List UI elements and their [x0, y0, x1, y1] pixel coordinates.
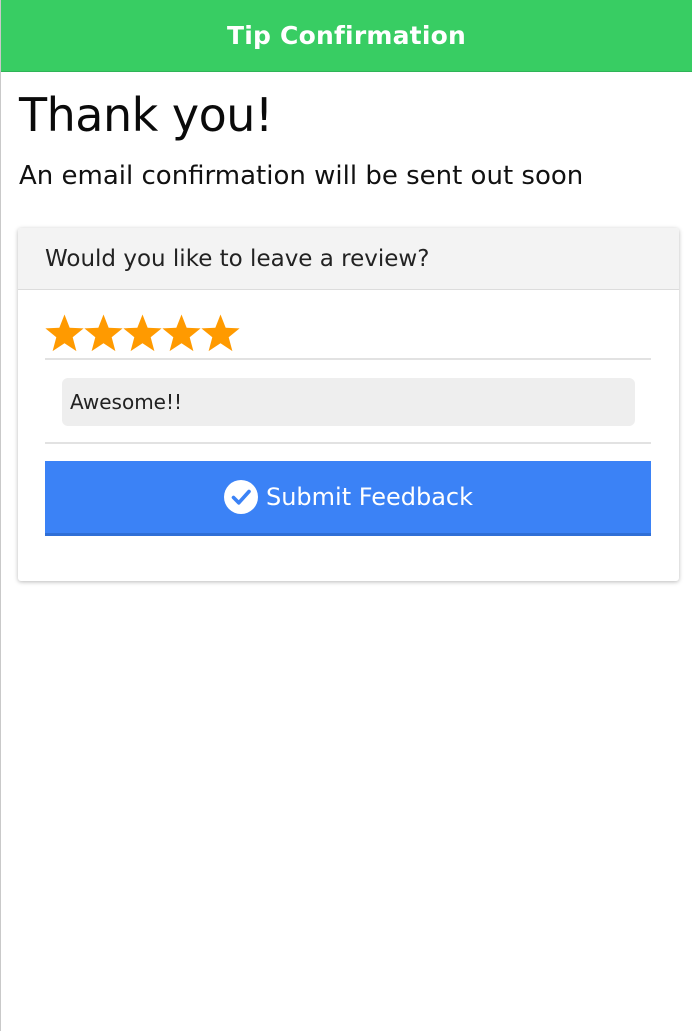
- review-card: Would you like to leave a review? Submit…: [18, 228, 679, 581]
- star-icon[interactable]: [162, 312, 201, 354]
- submit-feedback-label: Submit Feedback: [265, 483, 474, 511]
- email-confirmation-message: An email confirmation will be sent out s…: [19, 161, 584, 191]
- header-title: Tip Confirmation: [227, 21, 466, 50]
- thank-you-heading: Thank you!: [19, 88, 273, 142]
- review-prompt: Would you like to leave a review?: [45, 245, 430, 272]
- app-header: Tip Confirmation: [1, 0, 692, 72]
- star-icon[interactable]: [201, 312, 240, 354]
- submit-feedback-button[interactable]: Submit Feedback: [45, 461, 651, 536]
- review-card-header: Would you like to leave a review?: [18, 228, 679, 290]
- star-rating[interactable]: [45, 312, 651, 360]
- star-icon[interactable]: [123, 312, 162, 354]
- comment-section: [45, 360, 651, 444]
- star-icon[interactable]: [45, 312, 84, 354]
- check-circle-icon: [223, 480, 258, 514]
- review-comment-input[interactable]: [62, 378, 635, 426]
- star-icon[interactable]: [84, 312, 123, 354]
